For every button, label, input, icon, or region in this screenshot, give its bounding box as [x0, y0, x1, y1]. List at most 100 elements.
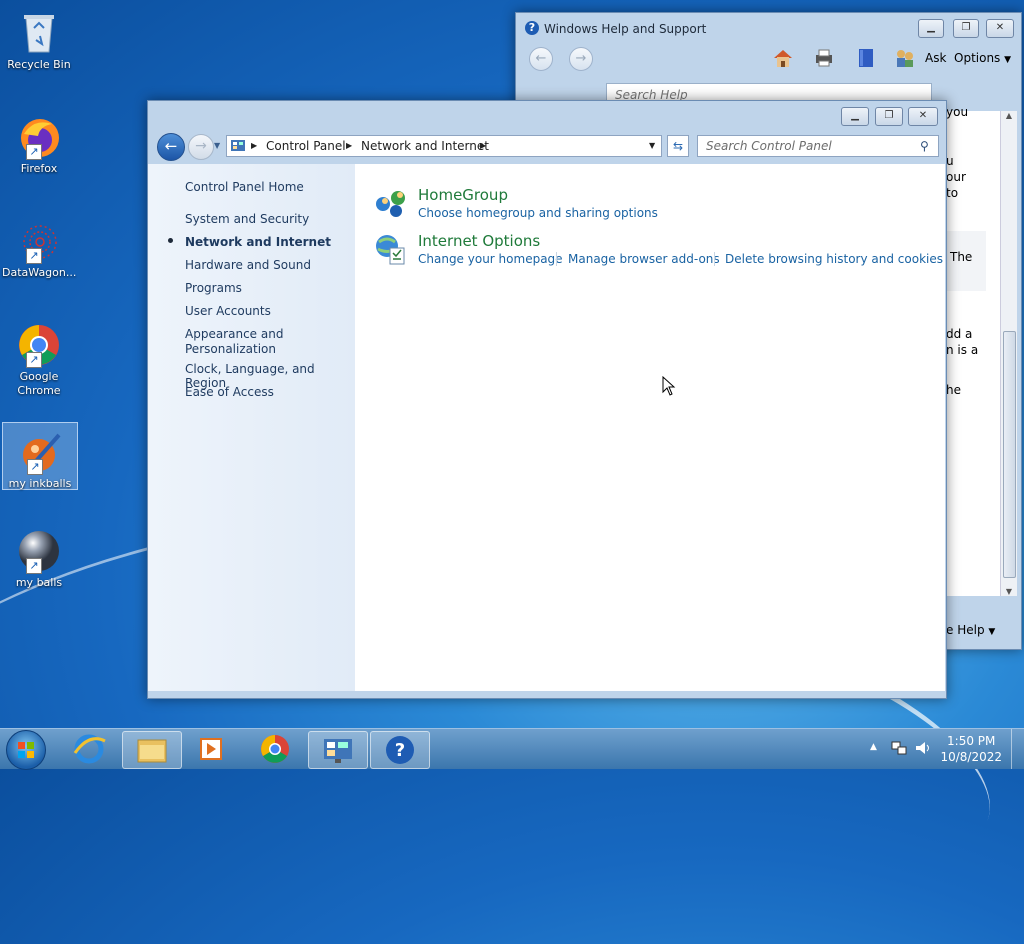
desktop-icon-label: Recycle Bin — [7, 58, 71, 71]
cp-minimize-button[interactable]: ▁ — [841, 107, 869, 126]
desktop-icon-label: my balls — [15, 576, 63, 589]
help-text-fragment: our — [946, 170, 966, 184]
address-dropdown-icon[interactable]: ▼ — [649, 141, 655, 150]
left-navigation-pane: Control Panel Home System and Security N… — [148, 164, 355, 691]
folder-icon — [137, 739, 167, 763]
show-hidden-icons-chevron-icon[interactable]: ▲ — [870, 742, 877, 752]
help-text-fragment: dd a — [946, 327, 973, 341]
homegroup-icon — [374, 188, 408, 221]
forward-button[interactable]: → — [188, 134, 214, 160]
media-player-icon — [200, 738, 222, 760]
nav-hardware-and-sound[interactable]: Hardware and Sound — [185, 258, 311, 272]
chevron-down-icon: ▼ — [988, 627, 996, 637]
internet-options-title-link[interactable]: Internet Options — [418, 232, 540, 250]
help-home-icon[interactable] — [772, 47, 794, 69]
help-text-fragment: n is a — [946, 343, 979, 357]
taskbar-control-panel[interactable] — [308, 731, 368, 769]
firefox-icon: ↗ — [16, 114, 62, 160]
taskbar-file-explorer[interactable] — [122, 731, 182, 769]
control-panel-window[interactable]: ▁ ❐ ✕ ← → ▼ ▶ Control Panel ▶ Network an… — [147, 100, 947, 699]
datawagon-icon: ↗ — [16, 218, 62, 264]
search-icon[interactable]: ⚲ — [920, 139, 929, 153]
delete-browsing-history-link[interactable]: Delete browsing history and cookies — [725, 252, 943, 266]
help-forward-button[interactable]: → — [569, 47, 593, 71]
desktop-icon-firefox[interactable]: ↗ Firefox — [2, 108, 76, 176]
help-footer-label: e Help — [946, 623, 985, 637]
help-minimize-button[interactable]: ▁ — [918, 19, 944, 38]
control-panel-icon — [324, 739, 352, 763]
nav-user-accounts[interactable]: User Accounts — [185, 304, 271, 318]
volume-icon[interactable] — [914, 739, 932, 760]
nav-system-and-security[interactable]: System and Security — [185, 212, 309, 226]
cp-close-button[interactable]: ✕ — [908, 107, 938, 126]
desktop-icon-my-balls[interactable]: ↗ my balls — [2, 522, 76, 590]
help-text-fragment: you — [946, 105, 969, 119]
desktop-icon-google-chrome[interactable]: ↗ Google Chrome — [2, 316, 76, 398]
system-clock[interactable]: 1:50 PM 10/8/2022 — [940, 733, 1002, 765]
nav-ease-of-access[interactable]: Ease of Access — [185, 385, 274, 399]
help-question-icon: ? — [525, 21, 539, 35]
desktop-icon-recycle-bin[interactable]: Recycle Bin — [2, 4, 76, 72]
help-ask-label[interactable]: Ask — [925, 51, 946, 65]
taskbar-internet-explorer[interactable] — [60, 731, 118, 767]
taskbar-google-chrome[interactable] — [246, 731, 304, 767]
help-print-icon[interactable] — [813, 47, 835, 69]
nav-appearance-and-personalization[interactable]: Appearance and Personalization — [185, 327, 305, 357]
taskbar: ? ▲ 1:50 PM 10/8/2022 — [0, 728, 1024, 770]
desktop-icon-my-inkballs[interactable]: ↗ my inkballs — [2, 422, 78, 490]
breadcrumb-arrow-icon[interactable]: ▶ — [346, 141, 352, 150]
shortcut-arrow-icon: ↗ — [26, 248, 42, 264]
help-question-icon: ? — [386, 736, 414, 764]
refresh-icon[interactable]: ⇆ — [667, 135, 689, 157]
manage-browser-addons-link[interactable]: Manage browser add-ons — [568, 252, 720, 266]
help-options-menu[interactable]: Options ▼ — [954, 51, 1011, 65]
show-desktop-button[interactable] — [1011, 729, 1024, 769]
control-panel-body: Control Panel Home System and Security N… — [148, 164, 945, 691]
scroll-down-icon[interactable]: ▼ — [1001, 587, 1017, 596]
back-button[interactable]: ← — [157, 133, 185, 161]
cp-restore-button[interactable]: ❐ — [875, 107, 903, 126]
taskbar-media-player[interactable] — [182, 731, 240, 767]
help-restore-button[interactable]: ❐ — [953, 19, 979, 38]
breadcrumb-arrow-icon[interactable]: ▶ — [480, 141, 486, 150]
choose-homegroup-link[interactable]: Choose homegroup and sharing options — [418, 206, 658, 220]
help-options-label: Options — [954, 51, 1001, 65]
help-scrollbar[interactable]: ▲ ▼ — [1000, 111, 1017, 596]
inkballs-icon: ↗ — [17, 429, 63, 475]
help-browse-icon[interactable] — [855, 47, 877, 69]
scroll-up-icon[interactable]: ▲ — [1001, 111, 1017, 120]
network-icon[interactable] — [890, 739, 908, 760]
help-window-title: Windows Help and Support — [544, 22, 707, 36]
help-scroll-thumb[interactable] — [1003, 331, 1016, 578]
desktop-icon-label: DataWagon... — [2, 266, 77, 279]
recent-pages-chevron-icon[interactable]: ▼ — [214, 141, 220, 150]
breadcrumb-control-panel[interactable]: Control Panel — [266, 139, 346, 153]
chrome-icon: ↗ — [16, 322, 62, 368]
breadcrumb-arrow-icon[interactable]: ▶ — [251, 141, 257, 150]
desktop-icon-label: my inkballs — [8, 477, 72, 490]
desktop-icon-label: Firefox — [20, 162, 58, 175]
selected-bullet-icon — [168, 238, 173, 243]
taskbar-help-and-support[interactable]: ? — [370, 731, 430, 769]
desktop-icon-label: Google Chrome — [17, 370, 61, 397]
nav-network-and-internet[interactable]: Network and Internet — [185, 235, 331, 249]
help-back-button[interactable]: ← — [529, 47, 553, 71]
desktop-icon-datawagon[interactable]: ↗ DataWagon... — [2, 212, 76, 280]
help-ask-icon[interactable] — [894, 47, 916, 69]
nav-control-panel-home[interactable]: Control Panel Home — [185, 180, 304, 194]
shortcut-arrow-icon: ↗ — [27, 459, 43, 475]
nav-programs[interactable]: Programs — [185, 281, 242, 295]
search-control-panel-input[interactable]: Search Control Panel — [697, 135, 939, 157]
address-bar[interactable]: ▶ Control Panel ▶ Network and Internet ▶… — [226, 135, 662, 157]
help-close-button[interactable]: ✕ — [986, 19, 1014, 38]
link-separator — [714, 252, 715, 266]
control-panel-icon — [230, 138, 246, 157]
start-button[interactable] — [6, 730, 46, 770]
change-homepage-link[interactable]: Change your homepage — [418, 252, 563, 266]
recycle-bin-icon — [16, 10, 62, 56]
breadcrumb-network-and-internet[interactable]: Network and Internet — [361, 139, 489, 153]
svg-text:?: ? — [395, 740, 405, 761]
help-footer-menu[interactable]: e Help ▼ — [946, 623, 995, 637]
clock-date: 10/8/2022 — [940, 750, 1002, 764]
homegroup-title-link[interactable]: HomeGroup — [418, 186, 508, 204]
